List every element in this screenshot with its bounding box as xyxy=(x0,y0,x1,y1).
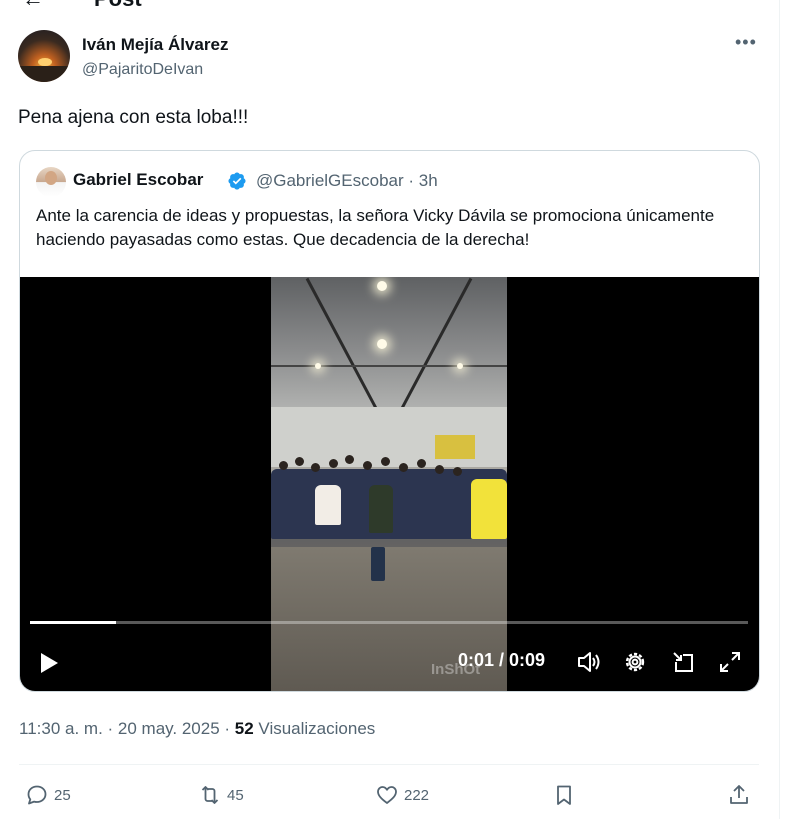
repost-button[interactable]: 45 xyxy=(198,782,244,808)
settings-gear-icon[interactable] xyxy=(622,649,648,675)
video-frame: InShOt xyxy=(271,277,507,691)
author-name[interactable]: Iván Mejía Álvarez xyxy=(82,35,228,55)
verified-badge-icon xyxy=(228,172,246,190)
actions-divider xyxy=(19,764,759,765)
play-icon[interactable] xyxy=(38,651,60,675)
like-button[interactable]: 222 xyxy=(375,782,429,808)
share-button[interactable] xyxy=(727,782,756,808)
picture-in-picture-icon[interactable] xyxy=(670,649,696,675)
views-count: 52 xyxy=(234,719,254,738)
share-icon xyxy=(730,785,748,804)
post-text: Pena ajena con esta loba!!! xyxy=(18,107,249,128)
fullscreen-icon[interactable] xyxy=(717,649,743,675)
volume-icon[interactable] xyxy=(576,649,602,675)
author-handle[interactable]: @PajaritoDeIvan xyxy=(82,61,203,79)
more-options-icon[interactable]: ••• xyxy=(735,32,757,53)
quoted-post[interactable]: Gabriel Escobar @GabrielGEscobar · 3h An… xyxy=(19,150,760,692)
quoted-post-text: Ante la carencia de ideas y propuestas, … xyxy=(36,206,715,249)
quoted-author-name[interactable]: Gabriel Escobar xyxy=(73,170,203,190)
post-time-date[interactable]: 11:30 a. m. · 20 may. 2025 · xyxy=(19,719,235,738)
video-progress-bar[interactable] xyxy=(30,621,748,624)
repost-icon xyxy=(201,786,219,804)
heart-icon xyxy=(377,786,397,804)
video-progress-fill xyxy=(30,621,117,624)
repost-count: 45 xyxy=(227,786,244,804)
timeline-border xyxy=(779,0,780,819)
quoted-author-avatar[interactable] xyxy=(36,167,66,197)
like-count: 222 xyxy=(404,786,430,804)
views-label: Visualizaciones xyxy=(253,719,376,738)
reply-count: 25 xyxy=(54,786,71,804)
bookmark-button[interactable] xyxy=(552,782,581,808)
page-title: Post xyxy=(94,0,142,12)
reply-icon xyxy=(27,785,47,805)
video-time: 0:01 / 0:09 xyxy=(458,650,546,670)
reply-button[interactable]: 25 xyxy=(25,782,71,808)
back-arrow-icon[interactable]: ← xyxy=(22,0,44,12)
video-player[interactable]: InShOt 0:01 / 0:09 xyxy=(20,277,759,691)
post-timestamp: 11:30 a. m. · 20 may. 2025 · 52 Visualiz… xyxy=(19,719,375,739)
quoted-author-handle[interactable]: @GabrielGEscobar · 3h xyxy=(256,171,438,191)
bookmark-icon xyxy=(557,785,571,805)
author-avatar[interactable] xyxy=(18,30,70,82)
